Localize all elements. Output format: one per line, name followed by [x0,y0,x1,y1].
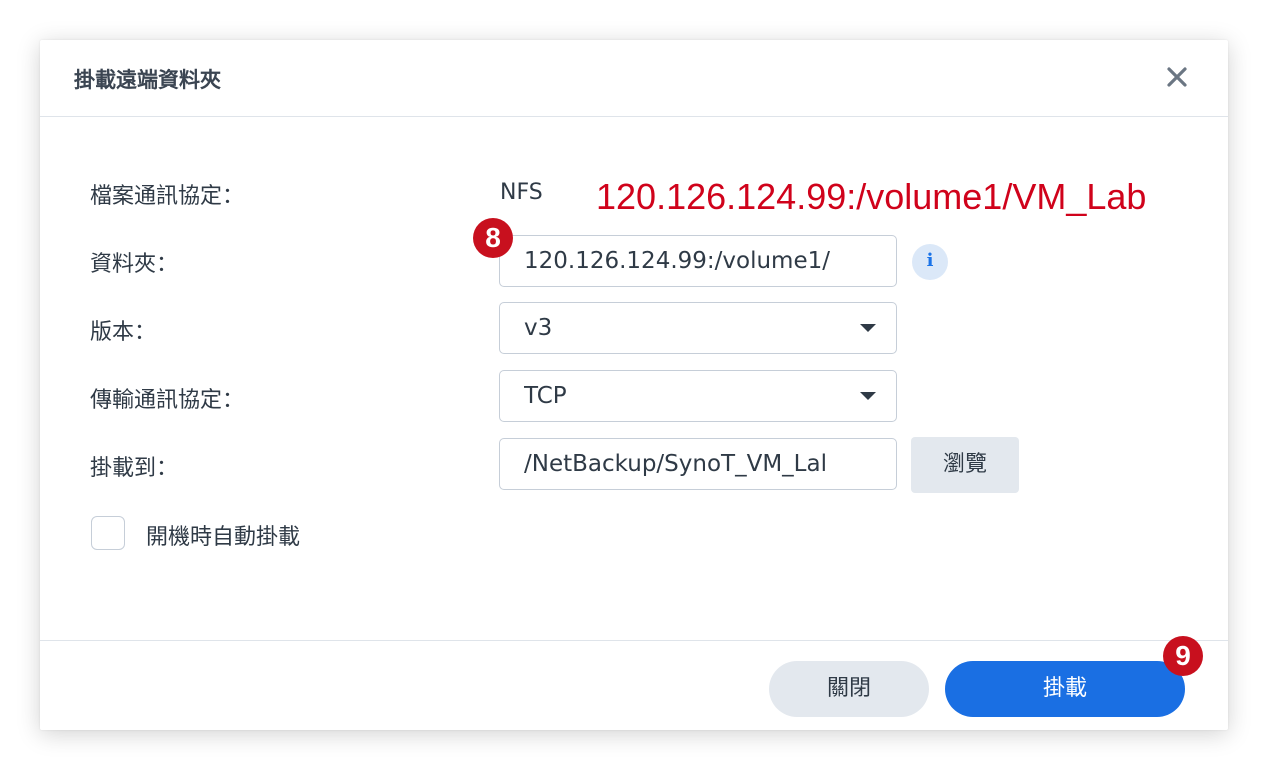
version-label: 版本： [90,320,157,345]
close-button[interactable]: 關閉 [769,661,929,717]
info-icon[interactable]: i [912,244,948,280]
caret-down-icon [860,392,876,400]
dialog-header: 掛載遠端資料夾 [40,40,1228,117]
automount-label: 開機時自動掛載 [146,525,301,550]
version-select[interactable]: v3 [499,302,897,354]
transport-select[interactable]: TCP [499,370,897,422]
folder-label: 資料夾： [90,252,179,277]
step-badge-8: 8 [473,218,513,258]
mount-to-label: 掛載到： [90,456,179,481]
folder-path-annotation: 120.126.124.99:/volume1/VM_Lab [596,176,1147,217]
protocol-value: NFS [500,180,543,205]
protocol-label: 檔案通訊協定： [90,184,245,209]
automount-checkbox[interactable] [91,516,125,550]
transport-select-value: TCP [524,383,567,409]
dialog-title: 掛載遠端資料夾 [74,68,221,92]
mount-button[interactable]: 掛載 [945,661,1185,717]
mount-to-input[interactable]: /NetBackup/SynoT_VM_Lal [499,438,897,490]
version-select-value: v3 [524,315,553,341]
step-badge-9: 9 [1163,636,1203,676]
folder-input-value: 120.126.124.99:/volume1/ [524,248,830,274]
folder-input[interactable]: 120.126.124.99:/volume1/ [499,235,897,287]
mount-to-input-value: /NetBackup/SynoT_VM_Lal [524,451,827,477]
browse-button[interactable]: 瀏覽 [911,437,1019,493]
close-icon[interactable] [1162,62,1192,92]
transport-label: 傳輸通訊協定： [90,388,245,413]
caret-down-icon [860,324,876,332]
mount-remote-folder-dialog: 掛載遠端資料夾 檔案通訊協定： NFS 120.126.124.99:/volu… [40,40,1228,730]
